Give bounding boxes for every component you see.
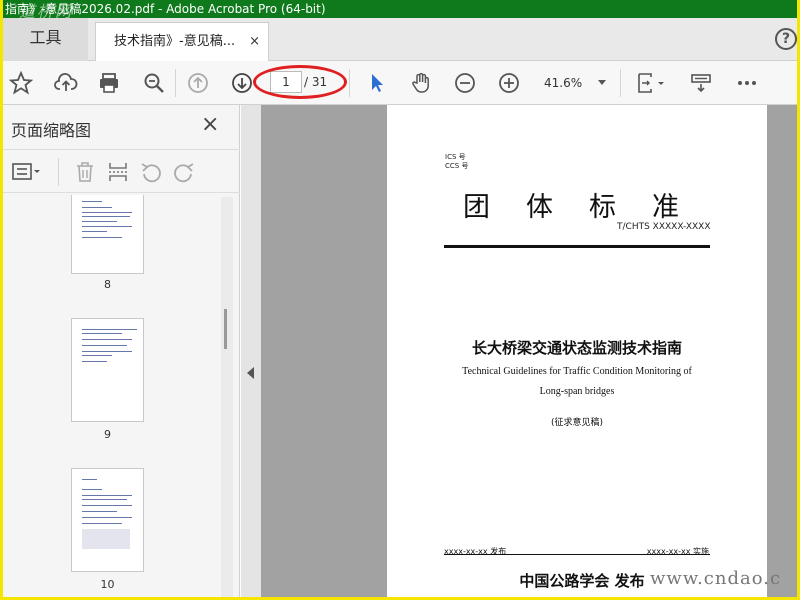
document-title-cn: 长大桥梁交通状态监测技术指南: [471, 339, 682, 357]
window-title: 指南》-意见稿2026.02.pdf - Adobe Acrobat Pro (…: [5, 2, 326, 16]
toolbar: 1 / 31 41.6%: [3, 61, 797, 105]
document-view: ICS 号 CCS 号 团体标准 T/CHTS XXXXX-XXXX 长大桥梁交…: [241, 105, 797, 597]
thumbnail-panel: 页面缩略图 × 8 9 10: [3, 105, 240, 597]
thumbnail-scrollbar[interactable]: [221, 197, 233, 597]
tab-tools[interactable]: 工具: [3, 18, 88, 61]
title-bar: 指南》-意见稿2026.02.pdf - Adobe Acrobat Pro (…: [3, 0, 797, 18]
annotation-circle: [253, 65, 347, 99]
prev-page-icon[interactable]: [184, 69, 212, 97]
thumbnail-label: 8: [104, 278, 111, 291]
thumbnail-label: 10: [100, 578, 115, 591]
close-tab-button[interactable]: ×: [249, 23, 260, 61]
hand-icon[interactable]: [407, 69, 435, 97]
zoom-in-icon[interactable]: [495, 69, 523, 97]
tab-document-label: 技术指南》-意见稿...: [114, 34, 236, 49]
panel-title: 页面缩略图: [11, 121, 92, 140]
toolbar-divider: [175, 69, 176, 97]
publish-date: xxxx-xx-xx 发布: [444, 547, 507, 556]
next-page-icon[interactable]: [228, 69, 256, 97]
page-margin: [261, 105, 387, 597]
page-margin: [767, 105, 797, 597]
fit-page-icon[interactable]: [633, 69, 669, 97]
help-icon[interactable]: ?: [775, 28, 797, 50]
title-rule: [444, 245, 710, 248]
select-cursor-icon[interactable]: [363, 69, 391, 97]
more-icon[interactable]: [733, 69, 761, 97]
toolbar-divider: [620, 69, 621, 97]
thumbnail-label: 9: [104, 428, 111, 441]
rotate-right-icon[interactable]: [170, 158, 198, 186]
collapse-panel-icon[interactable]: [247, 367, 254, 379]
panel-toolbar: [3, 149, 240, 193]
tab-bar: 工具 技术指南》-意见稿... × ?: [3, 18, 797, 61]
zoom-out-icon[interactable]: [451, 69, 479, 97]
page-thumbnail[interactable]: [71, 318, 144, 422]
page-thumbnail[interactable]: [71, 195, 144, 274]
standard-code: T/CHTS XXXXX-XXXX: [617, 222, 711, 232]
zoom-out-search-icon[interactable]: [140, 69, 168, 97]
trash-icon[interactable]: [71, 158, 99, 186]
zoom-level-value: 41.6%: [544, 76, 583, 90]
panel-divider: [58, 158, 59, 186]
watermark-url: www.cndao.c: [650, 568, 782, 589]
print-icon[interactable]: [95, 69, 123, 97]
cloud-upload-icon[interactable]: [52, 69, 80, 97]
toolbar-divider: [349, 69, 350, 97]
options-menu-icon[interactable]: [9, 158, 45, 186]
zoom-level-select[interactable]: 41.6%: [536, 71, 612, 95]
close-panel-button[interactable]: ×: [201, 112, 219, 137]
page-thumbnail[interactable]: [71, 468, 144, 572]
standard-title: 团体标准: [463, 192, 715, 223]
star-icon[interactable]: [7, 69, 35, 97]
insert-page-icon[interactable]: [104, 158, 132, 186]
acrobat-window: 指南》-意见稿2026.02.pdf - Adobe Acrobat Pro (…: [3, 0, 797, 597]
pdf-page: ICS 号 CCS 号 团体标准 T/CHTS XXXXX-XXXX 长大桥梁交…: [387, 105, 767, 597]
document-title-en: Technical Guidelines for Traffic Conditi…: [462, 366, 692, 377]
tab-document[interactable]: 技术指南》-意见稿... ×: [95, 22, 269, 61]
thumbnail-list: 8 9 10: [3, 195, 231, 597]
document-title-en: Long-span bridges: [539, 386, 615, 397]
effective-date: xxxx-xx-xx 实施: [646, 547, 709, 556]
rotate-left-icon[interactable]: [137, 158, 165, 186]
scroll-mode-icon[interactable]: [687, 69, 715, 97]
draft-note: (征求意见稿): [550, 418, 604, 428]
chevron-down-icon: [598, 80, 606, 85]
date-rule: [444, 554, 710, 555]
scrollbar-thumb[interactable]: [224, 309, 227, 349]
ccs-number: CCS 号: [445, 162, 469, 170]
